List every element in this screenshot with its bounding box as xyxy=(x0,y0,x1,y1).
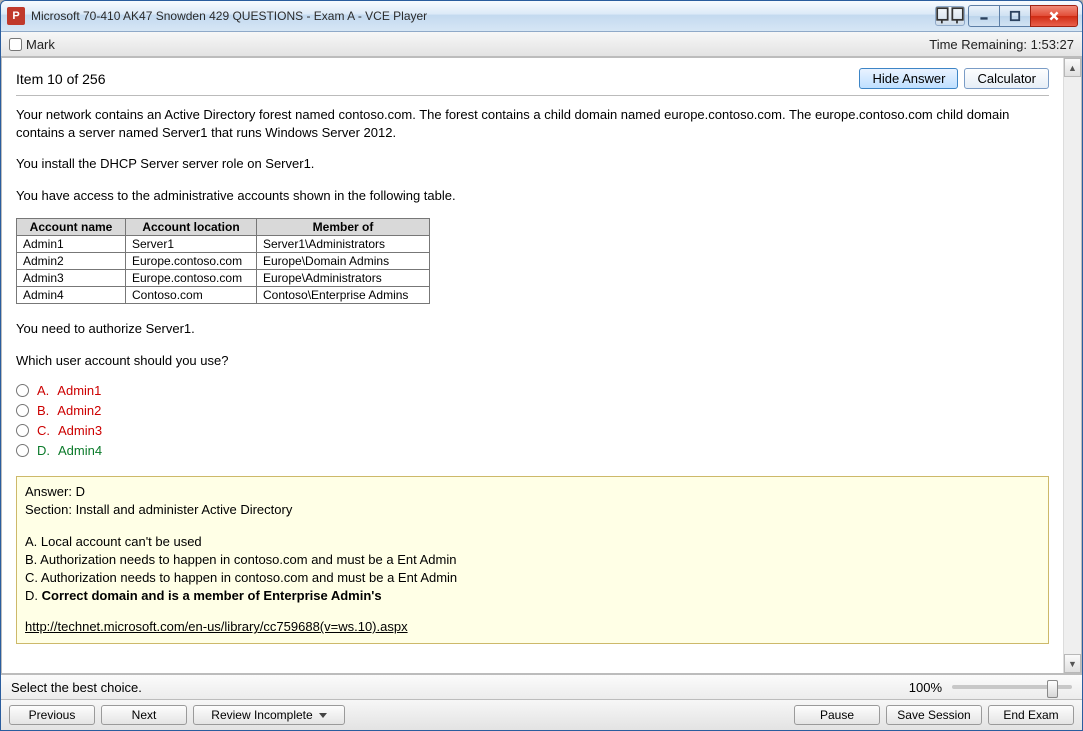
answer-exp-c: C. Authorization needs to happen in cont… xyxy=(25,569,1040,587)
answer-exp-b: B. Authorization needs to happen in cont… xyxy=(25,551,1040,569)
previous-button[interactable]: Previous xyxy=(9,705,95,725)
table-cell: Europe\Administrators xyxy=(257,270,430,287)
chevron-down-icon xyxy=(319,713,327,718)
table-row: Admin2Europe.contoso.comEurope\Domain Ad… xyxy=(17,253,430,270)
scroll-down-icon[interactable]: ▼ xyxy=(1064,654,1081,673)
question-p1: Your network contains an Active Director… xyxy=(16,106,1049,141)
table-cell: Server1 xyxy=(126,236,257,253)
table-cell: Admin1 xyxy=(17,236,126,253)
question-p4: You need to authorize Server1. xyxy=(16,320,1049,338)
mark-checkbox[interactable]: Mark xyxy=(9,37,55,52)
answer-option[interactable]: D. Admin4 xyxy=(16,443,1049,458)
answer-line: Answer: D xyxy=(25,483,1040,501)
window-controls xyxy=(969,5,1078,27)
app-icon: P xyxy=(7,7,25,25)
table-cell: Admin3 xyxy=(17,270,126,287)
answer-section: Section: Install and administer Active D… xyxy=(25,501,1040,519)
minimize-button[interactable] xyxy=(968,5,1000,27)
option-radio[interactable] xyxy=(16,444,29,457)
option-text: Admin1 xyxy=(57,383,101,398)
table-header: Account location xyxy=(126,219,257,236)
hide-answer-button[interactable]: Hide Answer xyxy=(859,68,958,89)
answer-exp-d: D. Correct domain and is a member of Ent… xyxy=(25,587,1040,605)
table-row: Admin3Europe.contoso.comEurope\Administr… xyxy=(17,270,430,287)
window-title: Microsoft 70-410 AK47 Snowden 429 QUESTI… xyxy=(31,9,935,23)
question-text: Your network contains an Active Director… xyxy=(16,106,1049,204)
table-header: Account name xyxy=(17,219,126,236)
mark-bar: Mark Time Remaining: 1:53:27 xyxy=(1,32,1082,57)
option-letter: D. xyxy=(37,443,50,458)
question-p2: You install the DHCP Server server role … xyxy=(16,155,1049,173)
nav-bar: Previous Next Review Incomplete Pause Sa… xyxy=(1,699,1082,730)
option-radio[interactable] xyxy=(16,384,29,397)
content-area: Item 10 of 256 Hide Answer Calculator Yo… xyxy=(2,58,1063,673)
table-cell: Europe.contoso.com xyxy=(126,253,257,270)
time-remaining: Time Remaining: 1:53:27 xyxy=(929,37,1074,52)
table-cell: Europe\Domain Admins xyxy=(257,253,430,270)
table-cell: Admin4 xyxy=(17,287,126,304)
table-cell: Contoso.com xyxy=(126,287,257,304)
titlebar[interactable]: P Microsoft 70-410 AK47 Snowden 429 QUES… xyxy=(1,1,1082,32)
option-letter: A. xyxy=(37,383,49,398)
pause-button[interactable]: Pause xyxy=(794,705,880,725)
status-bar: Select the best choice. 100% xyxy=(1,674,1082,699)
question-p5: Which user account should you use? xyxy=(16,352,1049,370)
reference-link[interactable]: http://technet.microsoft.com/en-us/libra… xyxy=(25,619,408,634)
item-counter: Item 10 of 256 xyxy=(16,71,106,87)
scroll-up-icon[interactable]: ▲ xyxy=(1064,58,1081,77)
table-cell: Server1\Administrators xyxy=(257,236,430,253)
option-text: Admin2 xyxy=(57,403,101,418)
table-cell: Contoso\Enterprise Admins xyxy=(257,287,430,304)
answer-option[interactable]: B. Admin2 xyxy=(16,403,1049,418)
answer-option[interactable]: A. Admin1 xyxy=(16,383,1049,398)
answer-explanation: Answer: D Section: Install and administe… xyxy=(16,476,1049,643)
table-cell: Admin2 xyxy=(17,253,126,270)
next-button[interactable]: Next xyxy=(101,705,187,725)
table-header: Member of xyxy=(257,219,430,236)
calculator-button[interactable]: Calculator xyxy=(964,68,1049,89)
option-radio[interactable] xyxy=(16,424,29,437)
save-session-button[interactable]: Save Session xyxy=(886,705,982,725)
instruction-text: Select the best choice. xyxy=(11,680,142,695)
review-incomplete-button[interactable]: Review Incomplete xyxy=(193,705,345,725)
end-exam-button[interactable]: End Exam xyxy=(988,705,1074,725)
option-text: Admin3 xyxy=(58,423,102,438)
answer-exp-a: A. Local account can't be used xyxy=(25,533,1040,551)
app-window: P Microsoft 70-410 AK47 Snowden 429 QUES… xyxy=(0,0,1083,731)
maximize-button[interactable] xyxy=(999,5,1031,27)
content-wrap: Item 10 of 256 Hide Answer Calculator Yo… xyxy=(1,57,1082,674)
question-p3: You have access to the administrative ac… xyxy=(16,187,1049,205)
mark-checkbox-input[interactable] xyxy=(9,38,22,51)
close-button[interactable] xyxy=(1030,5,1078,27)
accounts-table: Account name Account location Member of … xyxy=(16,218,430,304)
vertical-scrollbar[interactable]: ▲ ▼ xyxy=(1063,58,1081,673)
table-cell: Europe.contoso.com xyxy=(126,270,257,287)
question-text-2: You need to authorize Server1. Which use… xyxy=(16,320,1049,369)
option-text: Admin4 xyxy=(58,443,102,458)
option-letter: C. xyxy=(37,423,50,438)
zoom-slider[interactable] xyxy=(952,685,1072,689)
divider xyxy=(16,95,1049,96)
table-row: Admin4Contoso.comContoso\Enterprise Admi… xyxy=(17,287,430,304)
option-radio[interactable] xyxy=(16,404,29,417)
zoom-percent: 100% xyxy=(909,680,942,695)
mark-label: Mark xyxy=(26,37,55,52)
table-row: Admin1Server1Server1\Administrators xyxy=(17,236,430,253)
option-letter: B. xyxy=(37,403,49,418)
zoom-thumb[interactable] xyxy=(1047,680,1058,698)
answer-options: A. Admin1 B. Admin2 C. Admin3 D. Admin4 xyxy=(16,383,1049,458)
answer-option[interactable]: C. Admin3 xyxy=(16,423,1049,438)
monitor-icon[interactable] xyxy=(935,6,965,26)
